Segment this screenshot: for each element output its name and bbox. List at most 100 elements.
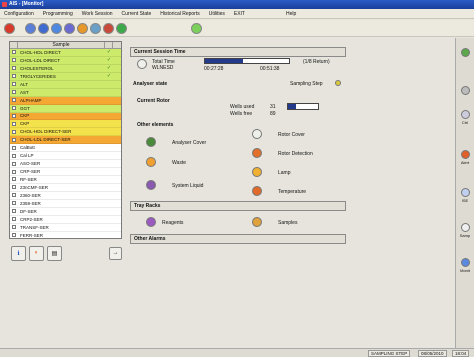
- menu-utilities[interactable]: Utilities: [209, 11, 225, 17]
- table-row[interactable]: 2360-SER: [10, 191, 121, 200]
- sample-name: CHOL-HDL DIRECT-SER: [20, 129, 72, 135]
- settings-blue-icon[interactable]: [25, 22, 36, 34]
- row-checkbox[interactable]: [10, 145, 18, 150]
- right-nav-0[interactable]: [459, 48, 471, 58]
- flag-orange-icon[interactable]: [77, 22, 88, 34]
- table-row[interactable]: ASO-SER: [10, 160, 121, 169]
- row-checkbox[interactable]: [10, 58, 18, 63]
- table-row[interactable]: CKP: [10, 112, 121, 121]
- row-checkbox[interactable]: [10, 185, 18, 190]
- row-checkbox[interactable]: [10, 74, 18, 79]
- status-bar: SAMPLING STEP 08/05/2010 18:04: [0, 348, 474, 357]
- color-wheel-icon[interactable]: ◐: [29, 245, 44, 261]
- right-nav-alert[interactable]: Alert: [459, 150, 471, 165]
- gray-circle-icon: [460, 86, 470, 95]
- table-row[interactable]: CHOL-HDL DIRECT-SER: [10, 128, 121, 137]
- row-checkbox[interactable]: [10, 161, 18, 166]
- print-icon[interactable]: ▤: [47, 245, 62, 261]
- rotor-header: Current Rotor: [137, 98, 170, 104]
- table-row[interactable]: CalBott: [10, 144, 121, 153]
- right-nav-ise[interactable]: ISE: [459, 188, 471, 203]
- table-row[interactable]: CHOL-LDL DIRECT-SER: [10, 136, 121, 145]
- table-row[interactable]: CHOLESTEROL ✓: [10, 64, 121, 73]
- row-checkbox[interactable]: [10, 66, 18, 71]
- sample-name: CHOL-LDL DIRECT-SER: [20, 137, 71, 143]
- right-nav-monit[interactable]: Monit: [459, 258, 471, 273]
- table-row[interactable]: 2359-SER: [10, 199, 121, 208]
- globe-icon[interactable]: [90, 22, 101, 34]
- table-row[interactable]: Cal LP: [10, 152, 121, 161]
- table-row[interactable]: GGT: [10, 104, 121, 113]
- right-nav-label-samp: Samp: [459, 233, 471, 238]
- reagent-blue-icon[interactable]: [64, 22, 75, 34]
- menu-exit[interactable]: EXIT: [234, 11, 245, 17]
- menu-configuration[interactable]: Configuration: [4, 11, 34, 17]
- table-row[interactable]: ALT: [10, 80, 121, 89]
- menu-current-state[interactable]: Current State: [122, 11, 152, 17]
- rotor-cover-label: Rotor Cover: [278, 132, 305, 138]
- row-checkbox[interactable]: [10, 225, 18, 230]
- time-remaining: 00:51:38: [260, 66, 280, 72]
- sample-name: 2359-SER: [20, 200, 41, 206]
- table-row[interactable]: TRIGLYCERIDES ✓: [10, 72, 121, 81]
- ctrl-icon: [460, 110, 470, 119]
- sample-blue-icon[interactable]: [38, 22, 49, 34]
- table-row[interactable]: 23nCMF-SER: [10, 183, 121, 192]
- row-checkbox[interactable]: [10, 121, 18, 126]
- row-checkbox[interactable]: [10, 153, 18, 158]
- row-checkbox[interactable]: [10, 50, 18, 55]
- wells-free-value: 89: [270, 111, 276, 117]
- table-row[interactable]: ALPHAMP: [10, 96, 121, 105]
- row-checkbox[interactable]: [10, 209, 18, 214]
- reagents-rack-icon: [146, 217, 156, 227]
- row-checkbox[interactable]: [10, 233, 18, 238]
- table-row[interactable]: FERR-SER: [10, 231, 121, 238]
- menu-work-session[interactable]: Work Session: [82, 11, 113, 17]
- info-icon[interactable]: ℹ: [11, 245, 26, 261]
- sample-name: TRANSF-SER: [20, 224, 49, 230]
- table-row[interactable]: TRANSF-SER: [10, 223, 121, 232]
- arrow-right-icon[interactable]: →: [109, 246, 122, 260]
- row-checkbox[interactable]: [10, 193, 18, 198]
- table-row[interactable]: CHOL-HDL DIRECT ✓: [10, 49, 121, 57]
- table-row[interactable]: AST: [10, 88, 121, 97]
- row-checkbox[interactable]: [10, 137, 18, 142]
- table-row[interactable]: CHOL-LDL DIRECT ✓: [10, 56, 121, 65]
- system-liquid-icon: [146, 180, 156, 190]
- right-nav-samp[interactable]: Samp: [459, 223, 471, 238]
- menu-help[interactable]: Help: [286, 11, 296, 17]
- monitor-panel: Current Session Time Total Time WLNESD 0…: [130, 41, 346, 286]
- session-header: Current Session Time: [130, 47, 346, 57]
- right-nav-ctrl[interactable]: Ctrl: [459, 110, 471, 125]
- menu-programming[interactable]: Programming: [43, 11, 73, 17]
- table-row[interactable]: RF-SER: [10, 176, 121, 184]
- green-go-icon[interactable]: [116, 22, 127, 34]
- row-checkbox[interactable]: [10, 129, 18, 134]
- row-checkbox[interactable]: [10, 169, 18, 174]
- row-checkbox[interactable]: [10, 201, 18, 206]
- samples-list: Sample CHOL-HDL DIRECT ✓ CHOL-LDL DIRECT ✓ C…: [9, 41, 122, 239]
- wells-free-label: Wells free: [230, 111, 253, 117]
- lock-icon[interactable]: [103, 22, 114, 34]
- samples-rows: CHOL-HDL DIRECT ✓ CHOL-LDL DIRECT ✓ CHOLESTE…: [10, 49, 121, 238]
- table-row[interactable]: CKP: [10, 120, 121, 129]
- row-checkbox[interactable]: [10, 98, 18, 103]
- row-checkbox[interactable]: [10, 82, 18, 87]
- menu-historical-reports[interactable]: Historical Reports: [160, 11, 199, 17]
- row-checkbox[interactable]: [10, 113, 18, 118]
- samples-button-bar: ℹ ◐ ▤ →: [9, 242, 122, 264]
- right-nav-1[interactable]: [459, 86, 471, 96]
- toolbar: [0, 20, 474, 37]
- row-checkbox[interactable]: [10, 217, 18, 222]
- row-checkbox[interactable]: [10, 90, 18, 95]
- table-row[interactable]: CRP2-SER: [10, 215, 121, 224]
- wells-used-value: 31: [270, 104, 276, 110]
- stop-red-icon[interactable]: [4, 22, 15, 34]
- check-blue-icon[interactable]: [51, 22, 62, 34]
- table-row[interactable]: DF-SER: [10, 207, 121, 216]
- table-row[interactable]: CRP-SER: [10, 168, 121, 176]
- row-checkbox[interactable]: [10, 106, 18, 111]
- sample-name: CRP2-SER: [20, 216, 43, 222]
- row-checkbox[interactable]: [10, 177, 18, 182]
- rotor-detection-icon: [252, 148, 262, 158]
